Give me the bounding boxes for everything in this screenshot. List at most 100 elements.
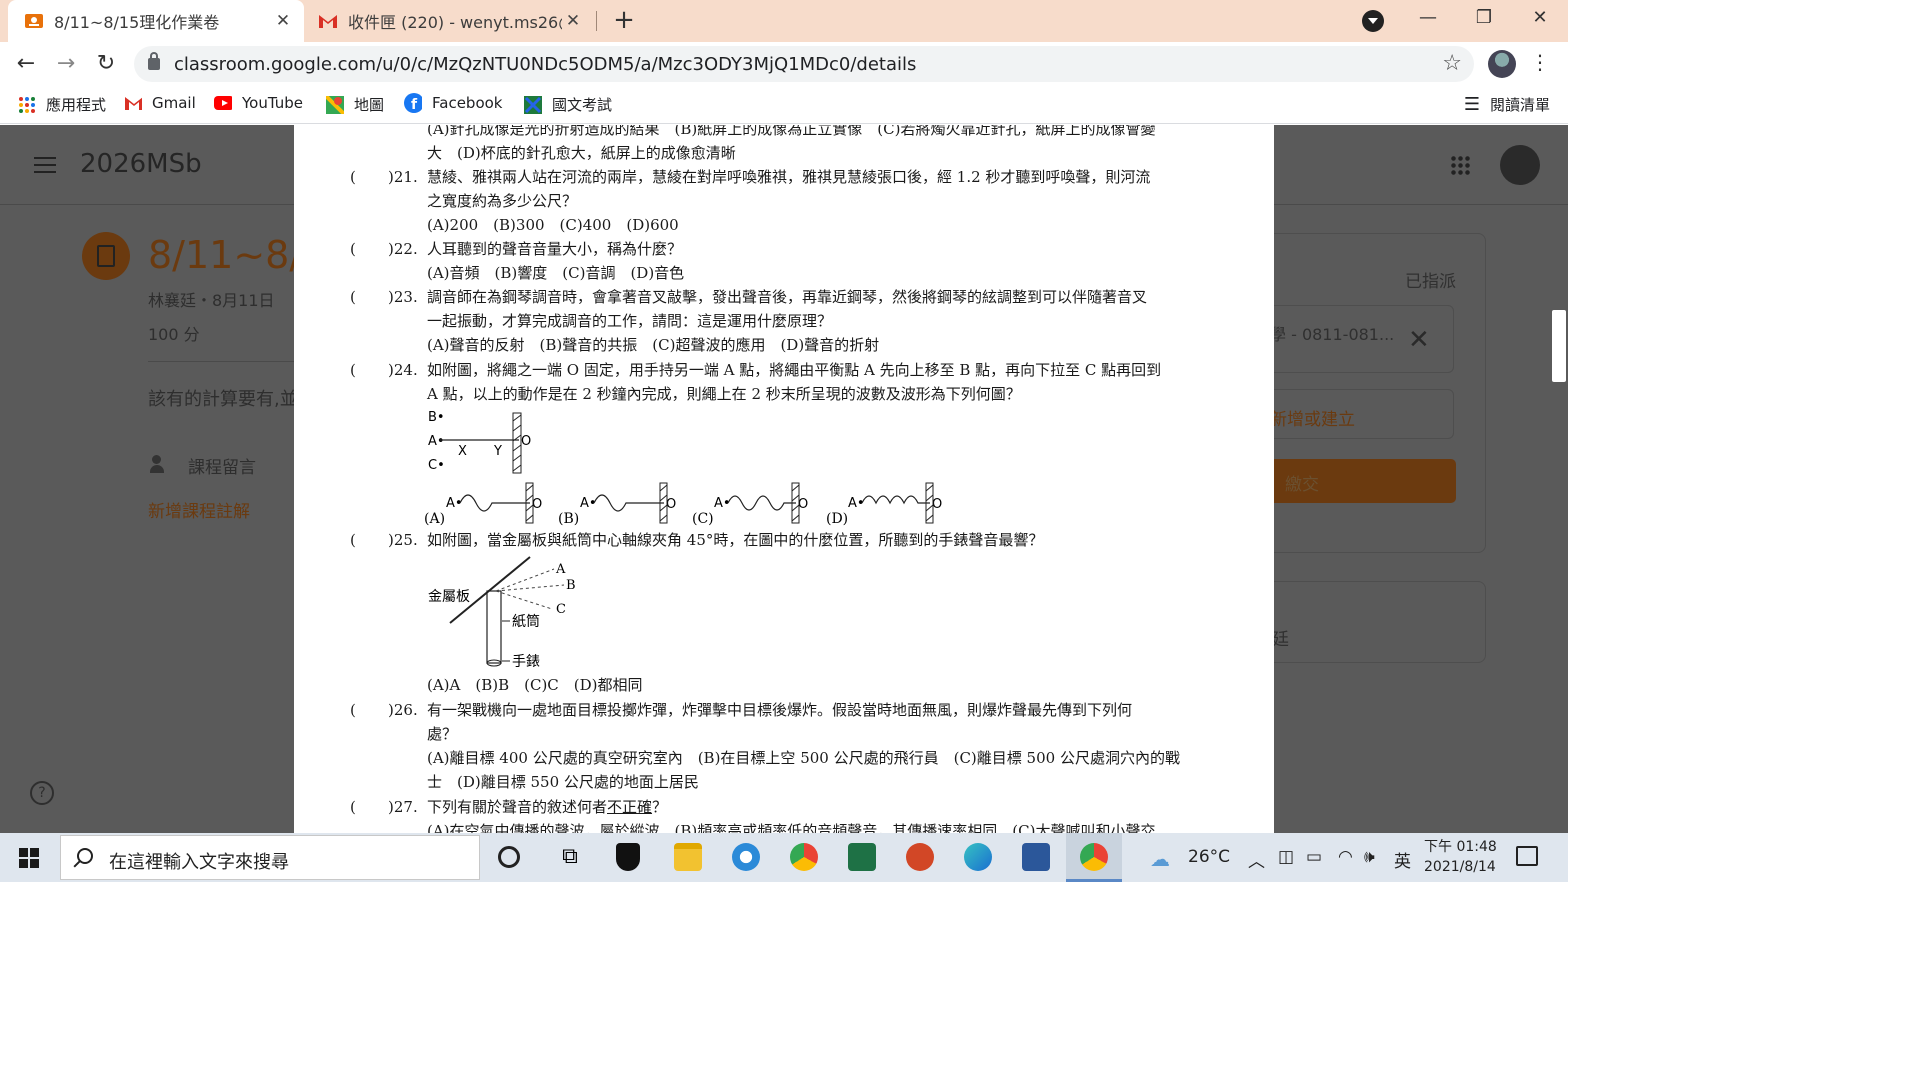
bookmark-label: Gmail (152, 94, 196, 112)
gmail-icon (318, 11, 338, 31)
cortana-icon[interactable] (498, 846, 520, 868)
doc-line: 調音師在為鋼琴調音時，會拿著音叉敲擊，發出聲音後，再靠近鋼琴，然後將鋼琴的絃調整… (427, 288, 1148, 306)
bookmark-label: Facebook (432, 94, 503, 112)
help-icon[interactable]: ? (30, 781, 54, 805)
q27-mark: ？ (652, 798, 668, 816)
bookmark-maps[interactable]: 地圖 (326, 94, 384, 115)
add-class-comment-link[interactable]: 新增課程註解 (148, 497, 250, 522)
address-bar[interactable]: classroom.google.com/u/0/c/MzQzNTU0NDc5O… (134, 46, 1474, 82)
question-number: )24. (388, 361, 418, 379)
label-c: C (556, 602, 566, 617)
new-tab-button[interactable]: + (610, 6, 638, 34)
task-view-icon[interactable]: ⧉ (556, 843, 584, 871)
bookmark-youtube[interactable]: YouTube (214, 94, 303, 112)
doc-line: 大 (D)杯底的針孔愈大，紙屏上的成像愈清晰 (427, 144, 736, 162)
gmail-icon (124, 94, 142, 112)
answer-blank: ( (350, 531, 356, 549)
ie-icon[interactable] (732, 843, 760, 871)
doc-line: A 點，以上的動作是在 2 秒鐘內完成，則繩上在 2 秒末所呈現的波數及波形為下… (427, 385, 1021, 403)
notification-icon[interactable] (1516, 846, 1538, 866)
option-b-wave: (B) A• O (558, 482, 676, 527)
label-plate: 金屬板 (428, 589, 470, 605)
forward-icon[interactable]: → (52, 50, 80, 78)
reload-icon[interactable]: ↻ (92, 50, 120, 78)
word-icon[interactable] (1022, 843, 1050, 871)
excel-icon[interactable] (848, 843, 876, 871)
scrollbar-thumb[interactable] (1552, 310, 1566, 382)
tab-gmail[interactable]: 收件匣 (220) - wenyt.ms26@stu ✕ (304, 0, 594, 42)
label-watch: 手錶 (512, 654, 540, 670)
restore-button[interactable]: ❐ (1456, 0, 1512, 38)
google-apps-icon[interactable] (1450, 155, 1470, 175)
reading-list-icon: ☰ (1463, 94, 1480, 115)
private-comment-text: 廷 (1272, 630, 1289, 650)
file-explorer-icon[interactable] (674, 843, 702, 871)
close-window-button[interactable]: ✕ (1512, 0, 1568, 38)
doc-line: 士 (D)離目標 550 公尺處的地面上居民 (427, 773, 699, 791)
windows-taskbar: 在這裡輸入文字來搜尋 ⧉ ☁ 26°C ︿ ◫ ▭ ◠ 🕪 英 下午 01:48… (0, 833, 1568, 882)
weather-temp[interactable]: 26°C (1188, 847, 1230, 867)
chrome-icon[interactable] (790, 843, 818, 871)
tab-search-icon[interactable] (1362, 10, 1384, 32)
chevron-up-icon[interactable]: ︿ (1248, 847, 1265, 872)
svg-text:A•: A• (580, 496, 597, 511)
meet-now-icon[interactable]: ◫ (1278, 847, 1294, 867)
close-tab-icon[interactable]: ✕ (272, 11, 294, 31)
ime-indicator[interactable]: 英 (1394, 847, 1411, 872)
label-x: X (458, 444, 467, 459)
question-number: )23. (388, 288, 418, 306)
tab-strip: 8/11~8/15理化作業卷 ✕ 收件匣 (220) - wenyt.ms26@… (0, 0, 1568, 42)
search-icon (77, 848, 93, 864)
menu-icon[interactable]: ⋮ (1530, 50, 1550, 74)
close-tab-icon[interactable]: ✕ (562, 11, 584, 31)
windows-start-icon[interactable] (19, 848, 39, 868)
question-number: )21. (388, 168, 418, 186)
option-label: (A) (424, 511, 445, 527)
question-number: )27. (388, 798, 418, 816)
chrome-profile-icon[interactable] (1080, 843, 1108, 871)
security-shield-icon[interactable] (616, 843, 640, 871)
class-name[interactable]: 2026MSb (80, 149, 202, 179)
document-viewer: (A)針孔成像是光的折射造成的結果 (B)紙屏上的成像為正立實像 (C)若將燭火… (294, 125, 1274, 833)
svg-text:O: O (532, 497, 542, 512)
option-c-wave: (C) A• O (692, 482, 808, 527)
bookmark-label: 應用程式 (46, 96, 107, 114)
account-avatar[interactable] (1500, 145, 1540, 185)
system-clock[interactable]: 下午 01:48 2021/8/14 (1424, 837, 1497, 877)
hamburger-icon[interactable] (34, 157, 56, 173)
bookmark-gmail[interactable]: Gmail (124, 94, 196, 112)
bookmark-facebook[interactable]: f Facebook (404, 93, 503, 113)
volume-icon[interactable]: 🕪 (1364, 847, 1375, 867)
clock-date: 2021/8/14 (1424, 859, 1496, 875)
label-tube: 紙筒 (512, 613, 540, 630)
minimize-button[interactable]: — (1400, 0, 1456, 38)
bookmark-star-icon[interactable]: ☆ (1442, 51, 1462, 76)
reading-list-button[interactable]: ☰ 閱讀清單 (1464, 94, 1550, 115)
url-text[interactable]: classroom.google.com/u/0/c/MzQzNTU0NDc5O… (174, 54, 916, 75)
weather-icon[interactable]: ☁ (1150, 847, 1170, 871)
private-comments-card (1254, 581, 1486, 663)
tab-title: 收件匣 (220) - wenyt.ms26@stu (348, 13, 562, 32)
remove-attachment-icon[interactable]: ✕ (1408, 325, 1430, 355)
svg-text:A•: A• (848, 496, 865, 511)
taskbar-search-box[interactable]: 在這裡輸入文字來搜尋 (60, 835, 480, 880)
answer-blank: ( (350, 240, 356, 258)
battery-icon[interactable]: ▭ (1306, 847, 1322, 867)
q25-metal-plate-figure: 金屬板 A B C 紙筒 手錶 (428, 556, 576, 670)
svg-text:O: O (798, 497, 808, 512)
assignment-points: 100 分 (148, 325, 200, 344)
profile-avatar[interactable] (1488, 50, 1516, 78)
tab-classroom[interactable]: 8/11~8/15理化作業卷 ✕ (8, 0, 304, 42)
powerpoint-icon[interactable] (906, 843, 934, 871)
back-icon[interactable]: ← (12, 50, 40, 78)
label-c: C• (428, 458, 445, 473)
wifi-icon[interactable]: ◠ (1338, 847, 1353, 867)
edge-icon[interactable] (964, 843, 992, 871)
svg-text:A•: A• (714, 496, 731, 511)
doc-line: (A)針孔成像是光的折射造成的結果 (B)紙屏上的成像為正立實像 (C)若將燭火… (427, 125, 1156, 138)
answer-blank: ( (350, 701, 356, 719)
bookmark-exam[interactable]: 國文考試 (524, 94, 612, 115)
q24-options-figure: (A) A• O (B) A• O (C) A• O (D) A• O (424, 482, 942, 527)
doc-line: 下列有關於聲音的敘述何者不正確？ (427, 797, 667, 817)
bookmark-apps[interactable]: 應用程式 (18, 94, 106, 115)
